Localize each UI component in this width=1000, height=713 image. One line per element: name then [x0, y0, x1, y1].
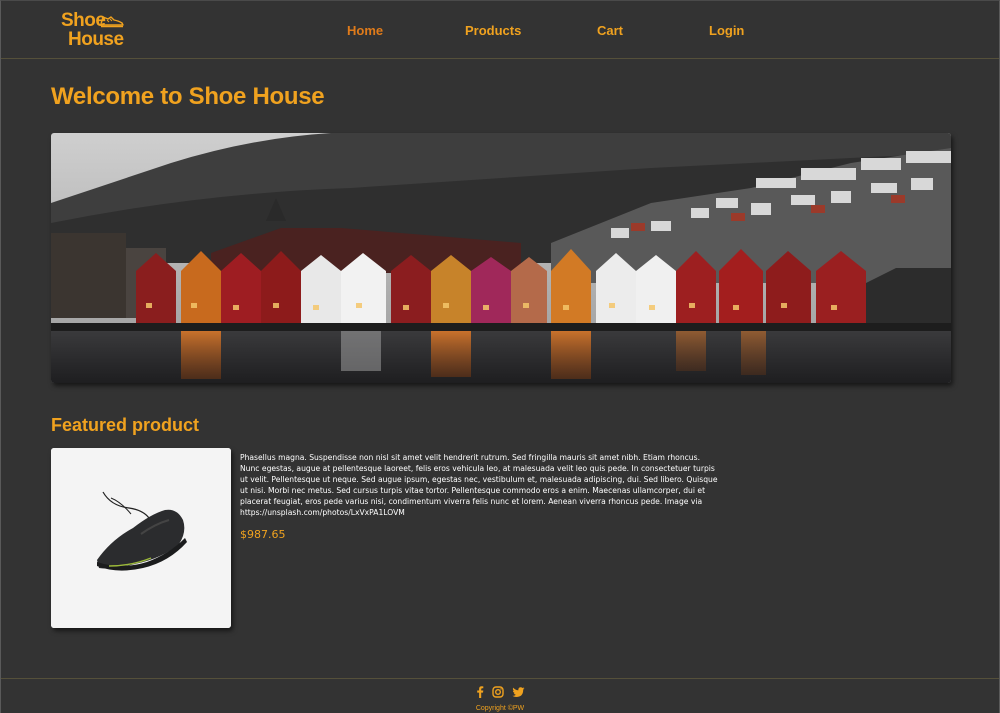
product-description: Phasellus magna. Suspendisse non nisl si… [240, 453, 718, 517]
nav-products[interactable]: Products [465, 23, 521, 38]
facebook-icon[interactable] [476, 686, 484, 698]
site-logo[interactable]: Shoe House [61, 11, 124, 49]
site-header: Shoe House Home Products Cart Login [1, 1, 999, 59]
copyright-text: Copyright ©PW [475, 705, 525, 712]
nav-cart[interactable]: Cart [597, 23, 623, 38]
sneaker-icon [99, 13, 125, 32]
page: Shoe House Home Products Cart Login Welc… [0, 0, 1000, 713]
logo-line-2: House [68, 29, 124, 50]
twitter-icon[interactable] [511, 686, 525, 698]
instagram-icon[interactable] [491, 686, 504, 698]
social-links [1, 686, 999, 698]
nav-home[interactable]: Home [347, 23, 383, 38]
product-price: $987.65 [240, 528, 286, 541]
nav-login[interactable]: Login [709, 23, 744, 38]
page-title: Welcome to Shoe House [51, 83, 325, 110]
featured-product-heading: Featured product [51, 415, 200, 435]
hero-banner-image [51, 133, 951, 383]
featured-product-image[interactable] [51, 448, 231, 628]
site-footer: Copyright ©PW [1, 678, 999, 713]
